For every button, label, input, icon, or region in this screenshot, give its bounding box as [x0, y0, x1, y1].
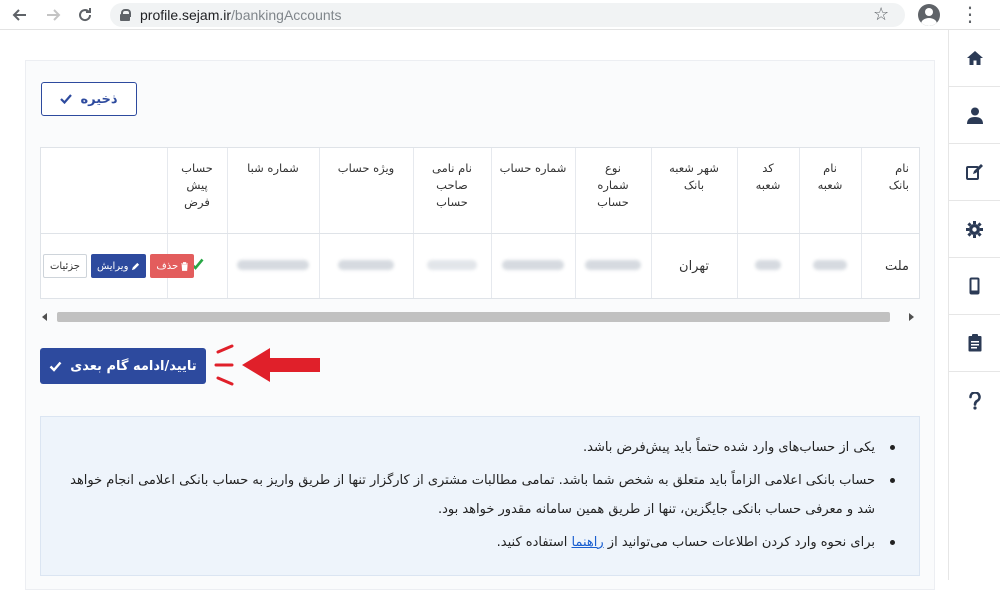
address-bar[interactable]: profile.sejam.ir/bankingAccounts	[110, 3, 905, 27]
branch-name-cell	[798, 233, 861, 298]
table-header-row: نام بانک نام شعبه کد شعبه شهر شعبه بانک …	[41, 148, 919, 234]
account-owner-cell	[412, 233, 491, 298]
info-item-text: استفاده کنید.	[496, 535, 568, 550]
home-icon	[966, 51, 983, 65]
trash-icon	[181, 261, 189, 271]
column-header: کد شعبه	[736, 148, 799, 234]
url-host: profile.sejam.ir	[140, 7, 232, 23]
column-header: نوع شماره حساب	[574, 148, 651, 234]
table-horizontal-scrollbar[interactable]	[40, 310, 920, 324]
sidebar-item-home[interactable]	[949, 30, 1000, 87]
gear-icon	[966, 220, 983, 238]
sheba-number-cell	[226, 233, 319, 298]
info-item: حساب بانکی اعلامی الزاماً باید متعلق به …	[65, 466, 895, 524]
mobile-phone-icon	[969, 277, 980, 295]
scrollbar-thumb[interactable]	[57, 312, 890, 322]
help-question-icon	[968, 391, 981, 410]
profile-avatar-icon[interactable]	[918, 4, 940, 26]
column-header: ویژه حساب	[318, 148, 413, 234]
scroll-left-icon[interactable]	[42, 313, 47, 321]
info-item-text: برای نحوه وارد کردن اطلاعات حساب می‌توان…	[607, 535, 875, 550]
delete-button[interactable]: حذف	[150, 254, 195, 279]
guide-link[interactable]: راهنما	[572, 535, 604, 550]
info-item: برای نحوه وارد کردن اطلاعات حساب می‌توان…	[65, 528, 895, 557]
sidebar-item-help[interactable]	[949, 372, 1000, 429]
bank-accounts-table: نام بانک نام شعبه کد شعبه شهر شعبه بانک …	[40, 147, 920, 299]
edit-button[interactable]: ویرایش	[90, 254, 147, 279]
details-button[interactable]: جزئیات	[43, 254, 87, 279]
column-header	[41, 148, 167, 234]
main-content: ذخیره نام بانک نام شعبه کد شعبه شهر شعبه…	[0, 30, 948, 590]
user-icon	[966, 107, 983, 124]
table-row: ملت تهران جزئیات ویرایش حذف	[41, 233, 919, 298]
column-header: شماره حساب	[490, 148, 575, 234]
browser-menu-icon[interactable]: ⋮	[960, 4, 980, 24]
branch-code-cell	[736, 233, 799, 298]
actions-cell: جزئیات ویرایش حذف	[41, 233, 195, 298]
pencil-icon	[132, 262, 140, 270]
scroll-right-icon[interactable]	[909, 313, 914, 321]
next-step-button[interactable]: تایید/ادامه گام بعدی	[40, 348, 206, 384]
sidebar-item-document[interactable]	[949, 315, 1000, 372]
sidebar-item-edit[interactable]	[949, 144, 1000, 201]
save-button[interactable]: ذخیره	[41, 82, 137, 116]
sidebar-item-settings[interactable]	[949, 201, 1000, 258]
column-header: شماره شبا	[226, 148, 319, 234]
sidebar-item-mobile[interactable]	[949, 258, 1000, 315]
browser-toolbar: profile.sejam.ir/bankingAccounts ☆ ⋮	[0, 0, 1000, 30]
lock-icon	[120, 9, 131, 21]
annotation-arrow-icon	[214, 344, 320, 386]
edit-form-icon	[966, 164, 983, 180]
column-header: نام نامی صاحب حساب	[412, 148, 491, 234]
delete-button-label: حذف	[156, 260, 179, 272]
right-sidebar	[948, 30, 1000, 580]
info-notes-box: یکی از حساب‌های وارد شده حتماً باید پیش‌…	[40, 416, 920, 576]
column-header: حساب پیش فرض	[166, 148, 227, 234]
clipboard-icon	[968, 334, 981, 352]
bank-name-cell: ملت	[860, 233, 919, 298]
check-icon	[49, 361, 62, 372]
bookmark-star-icon[interactable]: ☆	[873, 4, 889, 25]
forward-icon[interactable]	[38, 0, 68, 30]
account-type-cell	[574, 233, 651, 298]
branch-city-cell: تهران	[650, 233, 737, 298]
info-item: یکی از حساب‌های وارد شده حتماً باید پیش‌…	[65, 433, 895, 462]
check-icon	[60, 94, 73, 104]
column-header: نام شعبه	[798, 148, 861, 234]
back-icon[interactable]	[5, 0, 35, 30]
sidebar-item-profile[interactable]	[949, 87, 1000, 144]
account-number-cell	[490, 233, 575, 298]
save-button-label: ذخیره	[80, 91, 118, 107]
reload-icon[interactable]	[70, 0, 100, 30]
account-feature-cell	[318, 233, 413, 298]
next-step-button-label: تایید/ادامه گام بعدی	[70, 358, 197, 374]
url-path: /bankingAccounts	[231, 7, 342, 23]
column-header: نام بانک	[860, 148, 919, 234]
column-header: شهر شعبه بانک	[650, 148, 737, 234]
edit-button-label: ویرایش	[96, 260, 129, 272]
